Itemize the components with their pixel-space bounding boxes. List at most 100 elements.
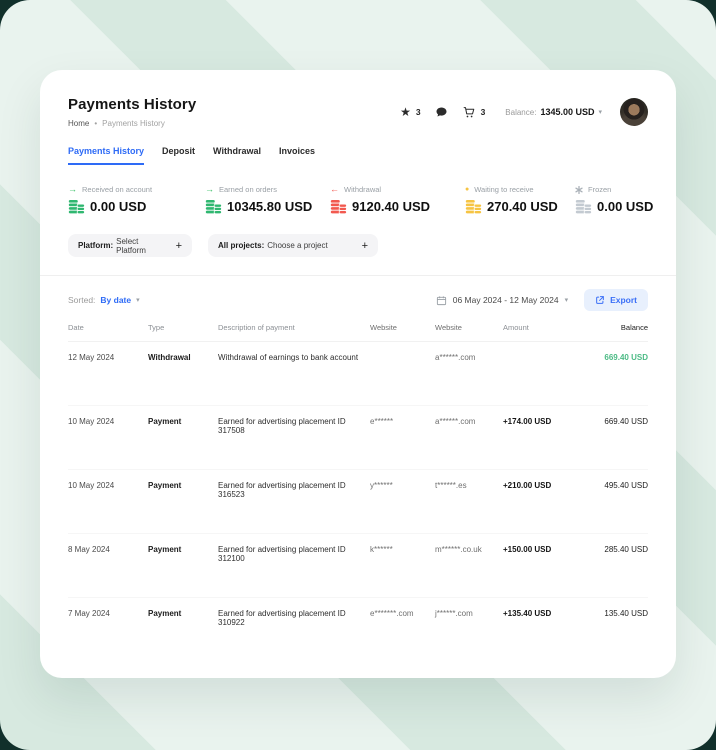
cell-balance: 285.40 USD <box>575 545 648 597</box>
stat-value-text: 9120.40 USD <box>352 199 430 214</box>
platform-filter[interactable]: Platform:Select Platform+ <box>68 234 192 257</box>
stat-label-text: Withdrawal <box>344 185 381 194</box>
export-icon <box>595 295 605 305</box>
chevron-down-icon: ▾ <box>136 297 140 304</box>
cell-website1: e*******.com <box>370 609 435 662</box>
tab-deposit[interactable]: Deposit <box>162 146 195 165</box>
balance-value: 1345.00 USD <box>540 107 594 117</box>
heading-block: Payments History Home • Payments History <box>68 96 196 128</box>
coins-icon <box>575 199 592 214</box>
column-header: Balance <box>575 323 648 332</box>
cell-website1: y****** <box>370 481 435 533</box>
cart-icon <box>462 106 476 119</box>
stat-value-text: 0.00 USD <box>90 199 146 214</box>
coins-icon <box>465 199 482 214</box>
filter-value: Choose a project <box>267 241 327 250</box>
avatar[interactable] <box>620 98 648 126</box>
cell-date: 12 May 2024 <box>68 353 148 405</box>
snowflake-icon <box>575 186 583 194</box>
table-row: 7 May 2024PaymentEarned for advertising … <box>68 598 648 662</box>
column-header: Amount <box>503 323 575 332</box>
stat-value: 9120.40 USD <box>330 199 465 214</box>
filter-label: All projects: <box>218 241 264 250</box>
dot-icon: ● <box>465 186 469 193</box>
cell-amount <box>503 353 575 405</box>
cell-balance: 669.40 USD <box>575 353 648 405</box>
stat-frozen: Frozen 0.00 USD <box>575 185 653 214</box>
messages-button[interactable] <box>435 106 448 118</box>
date-range-value: 06 May 2024 - 12 May 2024 <box>453 295 559 305</box>
stat-label-text: Frozen <box>588 185 611 194</box>
cell-website2: m******.co.uk <box>435 545 503 597</box>
cell-date: 10 May 2024 <box>68 417 148 469</box>
cell-website1: e****** <box>370 417 435 469</box>
cell-type: Payment <box>148 417 218 469</box>
stat-value: 0.00 USD <box>575 199 653 214</box>
stat-label: →Earned on orders <box>205 185 330 194</box>
cell-amount: +174.00 USD <box>503 417 575 469</box>
column-header: Website <box>435 323 503 332</box>
cell-description: Earned for advertising placement ID 3165… <box>218 481 370 533</box>
stat-value-text: 0.00 USD <box>597 199 653 214</box>
balance-dropdown[interactable]: Balance: 1345.00 USD ▾ <box>505 107 602 117</box>
stat-value: 10345.80 USD <box>205 199 330 214</box>
calendar-icon <box>436 295 447 306</box>
stat-waiting-to-receive: ●Waiting to receive 270.40 USD <box>465 185 575 214</box>
column-header: Date <box>68 323 148 332</box>
cell-website2: a******.com <box>435 417 503 469</box>
cell-date: 8 May 2024 <box>68 545 148 597</box>
page-title: Payments History <box>68 96 196 113</box>
column-header: Website <box>370 323 435 332</box>
stat-value: 0.00 USD <box>68 199 205 214</box>
favorites-count: 3 <box>416 107 421 117</box>
arrow-right-icon: → <box>68 185 77 194</box>
stat-label: ●Waiting to receive <box>465 185 575 194</box>
cell-date: 7 May 2024 <box>68 609 148 662</box>
tab-payments-history[interactable]: Payments History <box>68 146 144 165</box>
cart-button[interactable]: 3 <box>462 106 486 119</box>
cell-website2: a******.com <box>435 353 503 405</box>
cell-balance: 495.40 USD <box>575 481 648 533</box>
cell-type: Payment <box>148 609 218 662</box>
section-divider <box>40 275 676 276</box>
column-header: Type <box>148 323 218 332</box>
payments-card: Payments History Home • Payments History… <box>40 70 676 678</box>
favorites-button[interactable]: ★ 3 <box>400 106 421 118</box>
cell-type: Withdrawal <box>148 353 218 405</box>
breadcrumb-current: Payments History <box>102 119 165 128</box>
table-row: 10 May 2024PaymentEarned for advertising… <box>68 406 648 470</box>
plus-icon: + <box>340 240 368 252</box>
breadcrumb-home[interactable]: Home <box>68 119 89 128</box>
date-range-picker[interactable]: 06 May 2024 - 12 May 2024 ▾ <box>436 295 568 306</box>
chevron-down-icon: ▾ <box>565 297 569 304</box>
chat-icon <box>435 106 448 118</box>
table-row: 10 May 2024PaymentEarned for advertising… <box>68 470 648 534</box>
coins-icon <box>205 199 222 214</box>
cell-website1: k****** <box>370 545 435 597</box>
cell-amount: +135.40 USD <box>503 609 575 662</box>
column-header: Description of payment <box>218 323 370 332</box>
cell-amount: +150.00 USD <box>503 545 575 597</box>
tabs-bar: Payments History Deposit Withdrawal Invoice… <box>68 146 648 165</box>
projects-filter[interactable]: All projects:Choose a project + <box>208 234 378 257</box>
tab-invoices[interactable]: Invoices <box>279 146 315 165</box>
table-row: 8 May 2024PaymentEarned for advertising … <box>68 534 648 598</box>
sorted-label: Sorted: <box>68 295 95 305</box>
sort-by-date-dropdown[interactable]: By date <box>100 295 131 305</box>
balance-label: Balance: <box>505 108 536 117</box>
cell-balance: 135.40 USD <box>575 609 648 662</box>
stat-label: Frozen <box>575 185 653 194</box>
stat-withdrawal: ← Withdrawal 9120.40 USD <box>330 185 465 214</box>
tab-withdrawal[interactable]: Withdrawal <box>213 146 261 165</box>
stat-received-on-account: →Received on account0.00 USD <box>68 185 205 214</box>
controls-row: Sorted: By date ▾ 06 May 2024 - 12 May 2… <box>68 289 648 311</box>
arrow-left-icon: ← <box>330 185 339 194</box>
export-button[interactable]: Export <box>584 289 648 311</box>
stat-value-text: 270.40 USD <box>487 199 558 214</box>
coins-icon <box>68 199 85 214</box>
export-label: Export <box>610 295 637 305</box>
breadcrumb: Home • Payments History <box>68 119 196 128</box>
stat-label: ← Withdrawal <box>330 185 465 194</box>
stat-value-text: 10345.80 USD <box>227 199 312 214</box>
topbar: ★ 3 3 Balance: 1345.00 USD ▾ <box>400 98 648 126</box>
